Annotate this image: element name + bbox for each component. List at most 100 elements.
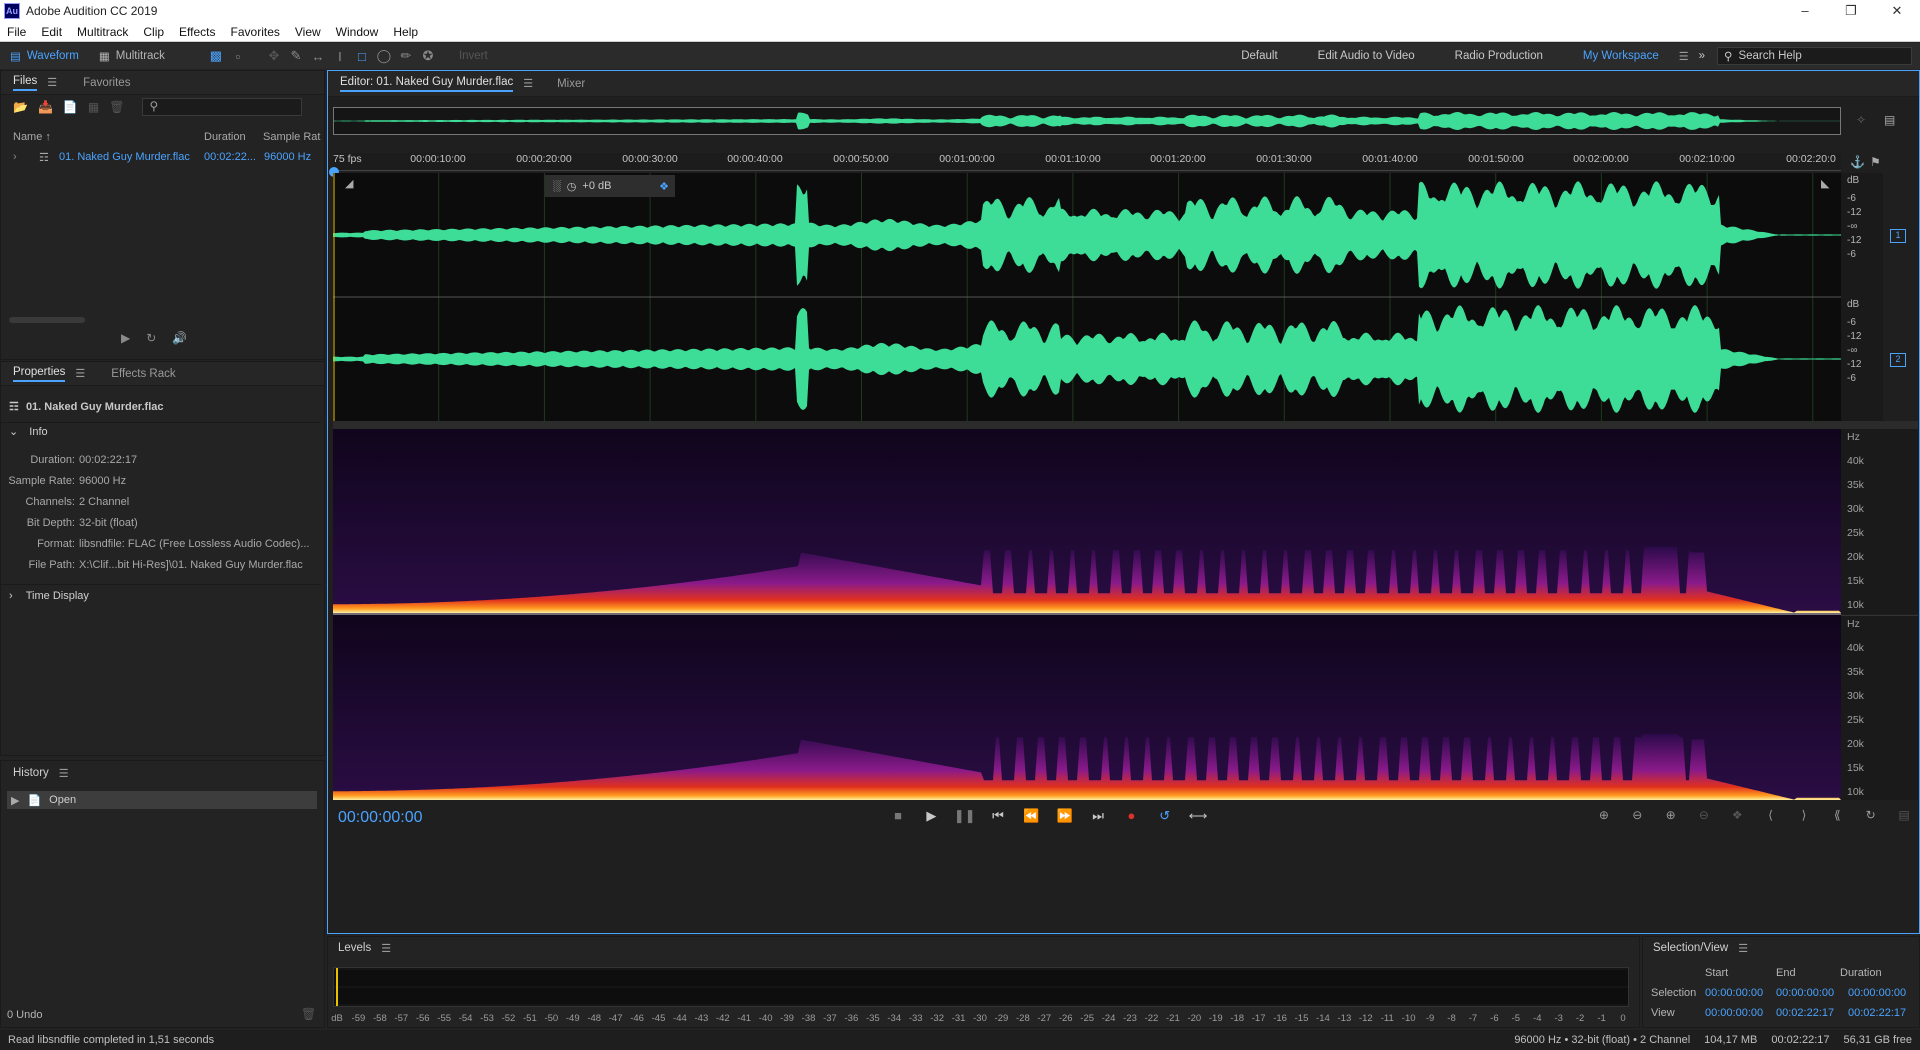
selection-start[interactable]: 00:00:00:00: [1705, 987, 1763, 999]
search-help-field[interactable]: ⚲ Search Help: [1717, 47, 1912, 65]
zoom-out-full-icon[interactable]: ❖: [1722, 808, 1752, 822]
file-row[interactable]: › ☶ 01. Naked Guy Murder.flac 00:02:22..…: [1, 151, 324, 169]
zoom-in-left-icon[interactable]: ⟨: [1756, 808, 1786, 822]
loop-playback-button[interactable]: ↺: [1150, 808, 1180, 824]
close-icon[interactable]: ✕: [1874, 3, 1920, 19]
zoom-in-amplitude-icon[interactable]: ⊕: [1589, 808, 1619, 822]
menu-multitrack[interactable]: Multitrack: [70, 25, 136, 39]
time-display-section-header[interactable]: › Time Display: [9, 590, 89, 602]
workspace-edit-audio-to-video[interactable]: Edit Audio to Video: [1298, 50, 1435, 62]
workspace-radio-production[interactable]: Radio Production: [1435, 50, 1563, 62]
fade-out-handle-icon[interactable]: ◣: [1821, 177, 1829, 190]
delete-history-icon[interactable]: 🗑: [301, 1007, 316, 1021]
workspace-menu-icon[interactable]: ☰: [1679, 50, 1689, 63]
tab-editor[interactable]: Editor: 01. Naked Guy Murder.flac: [340, 76, 514, 92]
spectral-display[interactable]: [333, 429, 1841, 800]
tab-properties[interactable]: Properties: [13, 366, 66, 382]
pause-button[interactable]: ❚❚: [950, 808, 980, 824]
selection-end[interactable]: 00:00:00:00: [1776, 987, 1834, 999]
gain-hud[interactable]: ░ ◷ +0 dB ❖: [545, 175, 675, 197]
tab-effects-rack[interactable]: Effects Rack: [111, 368, 175, 380]
marker-icon[interactable]: ⚑: [1870, 155, 1881, 169]
waveform-spectral-divider[interactable]: [333, 421, 1918, 429]
expand-icon[interactable]: ›: [13, 151, 17, 163]
zoom-selection-icon[interactable]: ⟪: [1822, 808, 1852, 822]
play-preview-icon[interactable]: ▶: [121, 331, 130, 345]
column-duration[interactable]: Duration: [204, 131, 246, 143]
editor-panel-menu-icon[interactable]: ☰: [523, 77, 533, 90]
workspace-default[interactable]: Default: [1221, 50, 1297, 62]
open-file-icon[interactable]: 📂: [13, 100, 28, 114]
gain-value[interactable]: +0 dB: [582, 180, 611, 192]
current-time-display[interactable]: 00:00:00:00: [338, 809, 423, 827]
fast-forward-button[interactable]: ⏩: [1050, 808, 1080, 824]
menu-view[interactable]: View: [288, 25, 329, 39]
zoom-in-right-icon[interactable]: ⟩: [1789, 808, 1819, 822]
maximize-icon[interactable]: ❐: [1828, 3, 1874, 19]
selection-view-title[interactable]: Selection/View: [1653, 942, 1728, 954]
overview-navigator[interactable]: [333, 107, 1841, 135]
tab-mixer[interactable]: Mixer: [557, 78, 585, 90]
insert-multitrack-icon[interactable]: ▦: [88, 100, 99, 114]
time-selection-tool-icon[interactable]: I: [329, 46, 351, 66]
levels-panel-menu-icon[interactable]: ☰: [381, 942, 391, 955]
menu-help[interactable]: Help: [386, 25, 426, 39]
waveform-display[interactable]: ░ ◷ +0 dB ❖ ◢ ◣: [333, 173, 1841, 421]
menu-favorites[interactable]: Favorites: [224, 25, 288, 39]
spectral-frequency-icon[interactable]: ▩: [205, 46, 227, 66]
razor-tool-icon[interactable]: ✎: [285, 46, 307, 66]
view-start[interactable]: 00:00:00:00: [1705, 1007, 1763, 1019]
levels-title[interactable]: Levels: [338, 942, 371, 954]
waveform-mode-button[interactable]: ▤ Waveform: [0, 45, 89, 67]
files-panel-menu-icon[interactable]: ☰: [47, 76, 57, 89]
pin-icon[interactable]: ❖: [659, 180, 669, 193]
menu-edit[interactable]: Edit: [34, 25, 70, 39]
zoom-out-amplitude-icon[interactable]: ⊖: [1622, 808, 1652, 822]
menu-file[interactable]: File: [0, 25, 34, 39]
rewind-button[interactable]: ⏪: [1016, 808, 1046, 824]
selection-view-menu-icon[interactable]: ☰: [1738, 942, 1748, 955]
record-button[interactable]: ●: [1116, 808, 1146, 823]
fade-in-handle-icon[interactable]: ◢: [345, 177, 353, 190]
tab-history[interactable]: History: [13, 767, 49, 779]
time-ruler[interactable]: 75 fps 00:00:10:00 00:00:20:00 00:00:30:…: [333, 153, 1841, 171]
view-end[interactable]: 00:02:22:17: [1776, 1007, 1834, 1019]
minimize-icon[interactable]: –: [1782, 3, 1828, 19]
zoom-tracks-icon[interactable]: ▤: [1889, 808, 1919, 822]
info-section-header[interactable]: ⌄ Info: [9, 425, 48, 438]
invert-button[interactable]: Invert: [459, 50, 488, 62]
new-file-icon[interactable]: 📄: [63, 100, 78, 114]
gain-knob-icon[interactable]: ◷: [567, 180, 577, 193]
menu-clip[interactable]: Clip: [136, 25, 172, 39]
properties-panel-menu-icon[interactable]: ☰: [75, 367, 85, 380]
multitrack-mode-button[interactable]: ▦ Multitrack: [89, 45, 175, 67]
skip-selection-button[interactable]: ⟷: [1183, 808, 1213, 824]
history-item-open[interactable]: ▶ 📄 Open: [7, 791, 317, 809]
workspace-overflow-icon[interactable]: »: [1699, 50, 1705, 62]
menu-effects[interactable]: Effects: [172, 25, 223, 39]
spectral-pitch-icon[interactable]: ▫: [227, 46, 249, 66]
loop-preview-icon[interactable]: ↻: [146, 331, 156, 345]
channel-layout-icon[interactable]: ▤: [1884, 113, 1895, 127]
close-file-icon[interactable]: 🗑: [109, 100, 124, 114]
zoom-out-time-icon[interactable]: ⊖: [1689, 808, 1719, 822]
zoom-in-time-icon[interactable]: ⊕: [1656, 808, 1686, 822]
move-tool-icon[interactable]: ✥: [263, 46, 285, 66]
paintbrush-tool-icon[interactable]: ✏: [395, 46, 417, 66]
horizontal-scrollbar[interactable]: [9, 317, 85, 323]
tab-files[interactable]: Files: [13, 75, 38, 91]
stop-button[interactable]: ■: [883, 808, 913, 823]
move-to-start-button[interactable]: ⏮: [983, 808, 1013, 824]
import-file-icon[interactable]: 📥: [38, 100, 53, 114]
column-sample-rate[interactable]: Sample Rat: [263, 131, 320, 143]
view-duration[interactable]: 00:02:22:17: [1848, 1007, 1906, 1019]
files-search-field[interactable]: ⚲: [142, 98, 303, 116]
lasso-tool-icon[interactable]: ◯: [373, 46, 395, 66]
slip-tool-icon[interactable]: ↔: [307, 46, 329, 66]
snap-icon[interactable]: ⚓: [1850, 155, 1865, 169]
channel-1-badge[interactable]: 1: [1890, 229, 1906, 243]
zoom-navigator-icon[interactable]: ✧: [1856, 113, 1866, 127]
auto-play-icon[interactable]: 🔊: [172, 331, 187, 345]
selection-duration[interactable]: 00:00:00:00: [1848, 987, 1906, 999]
marquee-tool-icon[interactable]: □: [351, 46, 373, 66]
